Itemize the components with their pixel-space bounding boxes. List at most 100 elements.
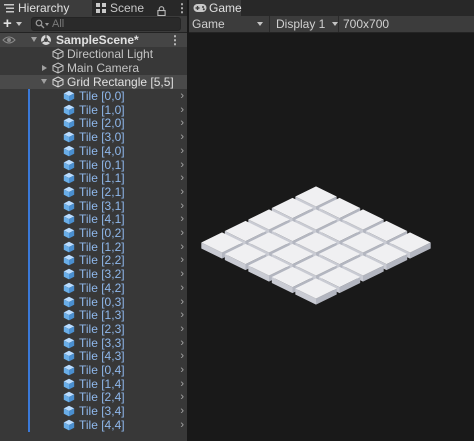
tab-hierarchy-label: Hierarchy — [18, 1, 70, 15]
chevron-right-icon[interactable]: › — [180, 267, 184, 281]
resolution-dropdown[interactable]: 700x700 — [343, 16, 403, 32]
chevron-right-icon[interactable]: › — [180, 349, 184, 363]
chevron-right-icon[interactable]: › — [180, 404, 184, 418]
chevron-right-icon[interactable]: › — [180, 336, 184, 350]
hierarchy-row-tile[interactable]: Tile [0,4] › — [0, 363, 187, 377]
hierarchy-toolbar: + — [0, 16, 187, 32]
chevron-right-icon[interactable]: › — [180, 89, 184, 103]
kebab-icon[interactable]: ⋮ — [176, 0, 187, 16]
hierarchy-row-tile[interactable]: Tile [2,1] › — [0, 184, 187, 199]
cube-icon — [63, 405, 75, 417]
chevron-right-icon[interactable]: › — [180, 158, 184, 172]
tab-scene[interactable]: Scene — [92, 0, 152, 16]
hierarchy-row-tile[interactable]: Tile [2,4] › — [0, 390, 187, 405]
gameobject-icon — [52, 76, 64, 88]
tab-game[interactable]: Game — [189, 0, 242, 16]
cube-icon — [63, 392, 75, 403]
tile-label: Tile [4,2] — [79, 280, 125, 295]
hierarchy-row-tile[interactable]: Tile [0,1] › — [0, 157, 187, 172]
hierarchy-row-tile[interactable]: Tile [3,1] › — [0, 198, 187, 213]
chevron-right-icon[interactable]: › — [180, 171, 184, 185]
chevron-right-icon[interactable]: › — [180, 363, 184, 377]
hierarchy-row-tile[interactable]: Tile [3,0] › — [0, 130, 187, 145]
view-mode-value: Game — [192, 17, 225, 31]
hierarchy-row-tile[interactable]: Tile [3,3] › — [0, 335, 187, 350]
scene-name: SampleScene* — [56, 33, 139, 47]
chevron-right-icon[interactable]: › — [180, 212, 184, 226]
hierarchy-row-tile[interactable]: Tile [2,0] › — [0, 116, 187, 131]
hierarchy-row-tile[interactable]: Tile [4,0] › — [0, 143, 187, 158]
unity-scene-icon — [41, 35, 51, 45]
search-input[interactable] — [52, 18, 176, 30]
hierarchy-row-directional-light[interactable]: Directional Light — [0, 47, 187, 61]
chevron-right-icon[interactable]: › — [180, 418, 184, 432]
hierarchy-row-tile[interactable]: Tile [1,4] › — [0, 376, 187, 391]
hierarchy-row-tile[interactable]: Tile [2,2] › — [0, 253, 187, 268]
chevron-right-icon[interactable]: › — [180, 103, 184, 117]
view-mode-dropdown[interactable]: Game — [192, 16, 266, 32]
chevron-right-icon[interactable]: › — [180, 377, 184, 391]
tile-label: Tile [0,0] — [79, 89, 125, 103]
tile-grid-render — [201, 186, 431, 305]
hierarchy-row-tile[interactable]: Tile [4,3] › — [0, 349, 187, 364]
hierarchy-row-tile[interactable]: Tile [4,4] › — [0, 417, 187, 432]
tile-label: Tile [0,2] — [79, 226, 125, 240]
hierarchy-indent-line — [28, 335, 30, 350]
resolution-value: 700x700 — [343, 17, 390, 31]
chevron-right-icon[interactable]: › — [180, 390, 184, 404]
hierarchy-row-tile[interactable]: Tile [4,2] › — [0, 280, 187, 295]
tile-label: Tile [2,1] — [79, 184, 125, 199]
scene-fold-toggle[interactable] — [31, 37, 37, 42]
hierarchy-row-tile[interactable]: Tile [2,3] › — [0, 321, 187, 336]
search-field[interactable] — [31, 17, 181, 31]
chevron-right-icon[interactable]: › — [180, 226, 184, 240]
tab-hierarchy[interactable]: Hierarchy — [0, 0, 92, 16]
hierarchy-row-main-camera[interactable]: Main Camera — [0, 61, 187, 75]
add-object-button[interactable]: + — [3, 16, 12, 32]
hierarchy-indent-line — [28, 308, 30, 323]
cube-icon — [63, 227, 75, 239]
main-camera-fold-toggle[interactable] — [42, 65, 47, 71]
chevron-right-icon[interactable]: › — [180, 199, 184, 213]
hierarchy-row-tile[interactable]: Tile [4,1] › — [0, 212, 187, 227]
hierarchy-row-tile[interactable]: Tile [1,3] › — [0, 308, 187, 323]
chevron-down-icon[interactable] — [16, 22, 22, 26]
tab-scene-label: Scene — [110, 1, 145, 15]
hierarchy-row-tile[interactable]: Tile [0,0] › — [0, 89, 187, 103]
cube-icon — [63, 337, 75, 348]
scene-menu-kebab-icon[interactable]: ⋮ — [169, 33, 181, 47]
chevron-right-icon[interactable]: › — [180, 144, 184, 158]
chevron-right-icon[interactable]: › — [180, 308, 184, 322]
cube-icon — [63, 131, 75, 143]
hierarchy-row-tile[interactable]: Tile [1,0] › — [0, 102, 187, 117]
hierarchy-row-tile[interactable]: Tile [3,2] › — [0, 267, 187, 282]
cube-icon — [63, 268, 75, 280]
display-dropdown[interactable]: Display 1 — [276, 16, 338, 32]
chevron-right-icon[interactable]: › — [180, 240, 184, 254]
hierarchy-row-tile[interactable]: Tile [0,2] › — [0, 226, 187, 240]
hierarchy-row-tile[interactable]: Tile [1,2] › — [0, 239, 187, 254]
grid-rectangle-fold-toggle[interactable] — [41, 79, 47, 84]
chevron-right-icon[interactable]: › — [180, 130, 184, 144]
cube-icon — [63, 118, 75, 129]
chevron-right-icon[interactable]: › — [180, 295, 184, 309]
eye-icon[interactable] — [2, 34, 16, 46]
tile-label: Tile [3,2] — [79, 267, 125, 282]
chevron-right-icon[interactable]: › — [180, 185, 184, 199]
scene-root-row[interactable]: SampleScene* ⋮ — [0, 33, 187, 47]
cube-icon — [63, 90, 75, 102]
cube-icon — [63, 351, 75, 362]
tile-label: Tile [1,4] — [79, 376, 125, 391]
hierarchy-row-tile[interactable]: Tile [3,4] › — [0, 404, 187, 419]
chevron-right-icon[interactable]: › — [180, 322, 184, 336]
game-viewport[interactable] — [189, 33, 474, 441]
chevron-right-icon[interactable]: › — [180, 253, 184, 267]
hierarchy-row-tile[interactable]: Tile [0,3] › — [0, 294, 187, 309]
search-filter-caret-icon[interactable] — [45, 23, 49, 26]
tile-label: Tile [3,4] — [79, 404, 125, 419]
chevron-right-icon[interactable]: › — [180, 281, 184, 295]
chevron-right-icon[interactable]: › — [180, 116, 184, 130]
hierarchy-indent-line — [28, 198, 30, 213]
hierarchy-row-tile[interactable]: Tile [1,1] › — [0, 171, 187, 186]
hierarchy-row-grid-rectangle[interactable]: Grid Rectangle [5,5] — [0, 75, 187, 89]
